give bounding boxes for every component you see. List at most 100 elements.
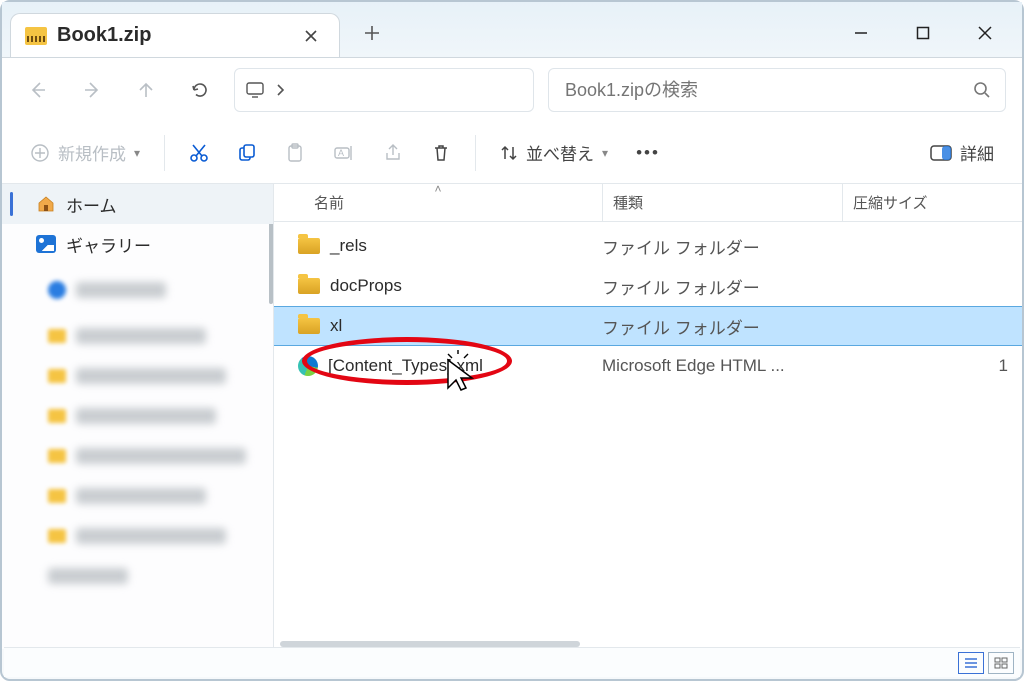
column-headers: ˄ 名前 種類 圧縮サイズ — [274, 184, 1022, 222]
details-label: 詳細 — [960, 140, 994, 165]
sort-label: 並べ替え — [526, 140, 594, 165]
file-row[interactable]: docProps ファイル フォルダー — [274, 266, 1022, 306]
cut-button[interactable] — [177, 131, 221, 175]
sidebar-item-blurred[interactable] — [2, 516, 273, 556]
file-name: xl — [330, 316, 342, 336]
svg-text:A: A — [338, 148, 344, 158]
window-close-button[interactable] — [954, 9, 1016, 57]
file-row[interactable]: _rels ファイル フォルダー — [274, 226, 1022, 266]
sidebar-item-blurred[interactable] — [2, 356, 273, 396]
back-button[interactable] — [18, 70, 58, 110]
zip-icon — [25, 27, 47, 45]
titlebar: Book1.zip — [2, 2, 1022, 58]
column-header-type[interactable]: 種類 — [602, 184, 842, 221]
file-row[interactable]: xl ファイル フォルダー — [274, 306, 1022, 346]
column-header-name[interactable]: ˄ 名前 — [274, 184, 602, 221]
folder-icon — [298, 278, 320, 294]
chevron-down-icon: ▾ — [134, 146, 140, 160]
sidebar-home-label: ホーム — [66, 192, 117, 217]
details-pane-icon — [930, 145, 952, 161]
file-size: 1 — [842, 356, 1022, 376]
maximize-button[interactable] — [892, 9, 954, 57]
new-tab-button[interactable] — [352, 13, 392, 53]
status-bar — [4, 647, 1020, 677]
command-bar: 新規作成 ▾ A 並べ替え ▾ ••• 詳細 — [2, 122, 1022, 184]
close-icon — [977, 25, 993, 41]
details-pane-button[interactable]: 詳細 — [918, 131, 1006, 175]
new-label: 新規作成 — [58, 140, 126, 165]
grid-view-icon — [994, 657, 1008, 669]
gallery-icon — [36, 235, 56, 253]
edge-icon — [298, 356, 318, 376]
file-type: Microsoft Edge HTML ... — [602, 356, 842, 376]
arrow-right-icon — [82, 80, 102, 100]
plus-circle-icon — [30, 143, 50, 163]
folder-icon — [298, 238, 320, 254]
refresh-icon — [190, 80, 210, 100]
plus-icon — [364, 25, 380, 41]
refresh-button[interactable] — [180, 70, 220, 110]
chevron-down-icon: ▾ — [602, 146, 608, 160]
new-button[interactable]: 新規作成 ▾ — [18, 131, 152, 175]
file-row[interactable]: [Content_Types].xml Microsoft Edge HTML .… — [274, 346, 1022, 386]
navigation-bar — [2, 58, 1022, 122]
view-thumbnails-button[interactable] — [988, 652, 1014, 674]
forward-button[interactable] — [72, 70, 112, 110]
arrow-left-icon — [28, 80, 48, 100]
explorer-window: Book1.zip — [0, 0, 1024, 681]
file-name: docProps — [330, 276, 402, 296]
tab-current[interactable]: Book1.zip — [10, 13, 340, 57]
search-input[interactable] — [563, 79, 973, 102]
monitor-icon — [245, 81, 265, 99]
list-view-icon — [964, 657, 978, 669]
tab-close-button[interactable] — [297, 22, 325, 50]
file-name: [Content_Types].xml — [328, 356, 483, 376]
up-button[interactable] — [126, 70, 166, 110]
copy-icon — [237, 143, 257, 163]
sort-button[interactable]: 並べ替え ▾ — [488, 131, 620, 175]
file-name: _rels — [330, 236, 367, 256]
sort-icon — [500, 144, 518, 162]
sidebar-item-blurred[interactable] — [2, 396, 273, 436]
maximize-icon — [916, 26, 930, 40]
sidebar-item-gallery[interactable]: ギャラリー — [2, 224, 273, 264]
trash-icon — [431, 143, 451, 163]
search-box[interactable] — [548, 68, 1006, 112]
sidebar-item-home[interactable]: ホーム — [2, 184, 273, 224]
file-type: ファイル フォルダー — [602, 274, 842, 299]
sidebar-item-blurred[interactable] — [2, 270, 273, 310]
column-header-size[interactable]: 圧縮サイズ — [842, 184, 1022, 221]
sidebar-item-blurred[interactable] — [2, 316, 273, 356]
sidebar-gallery-label: ギャラリー — [66, 232, 151, 257]
tab-title: Book1.zip — [57, 24, 151, 47]
delete-button[interactable] — [419, 131, 463, 175]
scissors-icon — [189, 143, 209, 163]
clipboard-icon — [285, 143, 305, 163]
body: ホーム ギャラリー ˄ 名前 種類 — [2, 184, 1022, 649]
minimize-button[interactable] — [830, 9, 892, 57]
more-button[interactable]: ••• — [624, 131, 672, 175]
rows-container: _rels ファイル フォルダー docProps ファイル フォルダー xl ファイル … — [274, 222, 1022, 649]
sidebar-item-blurred[interactable] — [2, 476, 273, 516]
file-type: ファイル フォルダー — [602, 234, 842, 259]
sort-indicator-icon: ˄ — [434, 182, 441, 196]
file-list: ˄ 名前 種類 圧縮サイズ _rels ファイル フォルダー docProps ファイ… — [274, 184, 1022, 649]
share-button[interactable] — [371, 131, 415, 175]
navigation-pane[interactable]: ホーム ギャラリー — [2, 184, 274, 649]
folder-icon — [298, 318, 320, 334]
window-controls — [830, 8, 1022, 57]
view-details-button[interactable] — [958, 652, 984, 674]
arrow-up-icon — [136, 80, 156, 100]
file-type: ファイル フォルダー — [602, 314, 842, 339]
rename-icon: A — [333, 143, 355, 163]
sidebar-item-blurred[interactable] — [2, 436, 273, 476]
share-icon — [383, 143, 403, 163]
chevron-right-icon — [275, 83, 285, 97]
copy-button[interactable] — [225, 131, 269, 175]
sidebar-item-blurred[interactable] — [2, 556, 273, 596]
rename-button[interactable]: A — [321, 131, 367, 175]
minimize-icon — [853, 25, 869, 41]
address-bar[interactable] — [234, 68, 534, 112]
paste-button[interactable] — [273, 131, 317, 175]
search-icon — [973, 81, 991, 99]
